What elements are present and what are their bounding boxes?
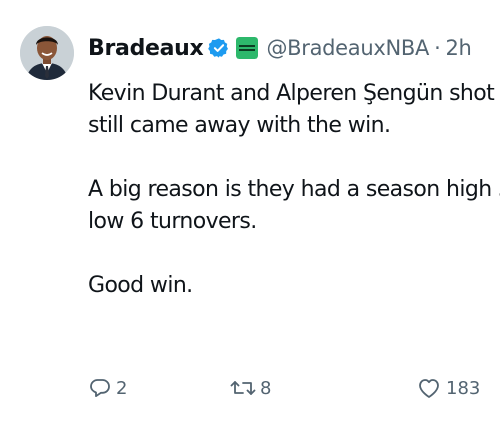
separator-dot: · xyxy=(434,36,441,60)
heart-icon xyxy=(416,376,442,400)
tweet-actions: 2 8 183 xyxy=(88,376,500,416)
verified-badge-icon[interactable] xyxy=(208,37,230,59)
avatar-image xyxy=(20,26,74,80)
text-line: Good win. xyxy=(88,273,193,298)
retweet-icon xyxy=(230,376,256,400)
tweet-header: Bradeaux @BradeauxNBA · 2h xyxy=(88,31,472,65)
text-line: low 6 turnovers. xyxy=(88,209,257,234)
text-line: Kevin Durant and Alperen Şengün shot 12/… xyxy=(88,81,500,106)
reply-button[interactable]: 2 xyxy=(88,376,127,400)
retweet-button[interactable]: 8 xyxy=(230,376,271,400)
tweet[interactable]: Bradeaux @BradeauxNBA · 2h Kevin Durant … xyxy=(0,0,500,440)
affiliate-badge-icon[interactable] xyxy=(236,37,259,59)
like-button[interactable]: 183 xyxy=(416,376,480,400)
timestamp[interactable]: 2h xyxy=(445,36,471,60)
display-name[interactable]: Bradeaux xyxy=(88,36,204,61)
handle[interactable]: @BradeauxNBA xyxy=(266,36,429,60)
avatar[interactable] xyxy=(20,26,74,80)
text-line: still came away with the win. xyxy=(88,113,391,138)
text-line: A big reason is they had a season high 3… xyxy=(88,177,500,202)
tweet-text: Kevin Durant and Alperen Şengün shot 12/… xyxy=(88,78,500,302)
like-count: 183 xyxy=(446,377,481,399)
reply-icon xyxy=(88,376,112,400)
reply-count: 2 xyxy=(116,377,128,399)
retweet-count: 8 xyxy=(260,377,272,399)
